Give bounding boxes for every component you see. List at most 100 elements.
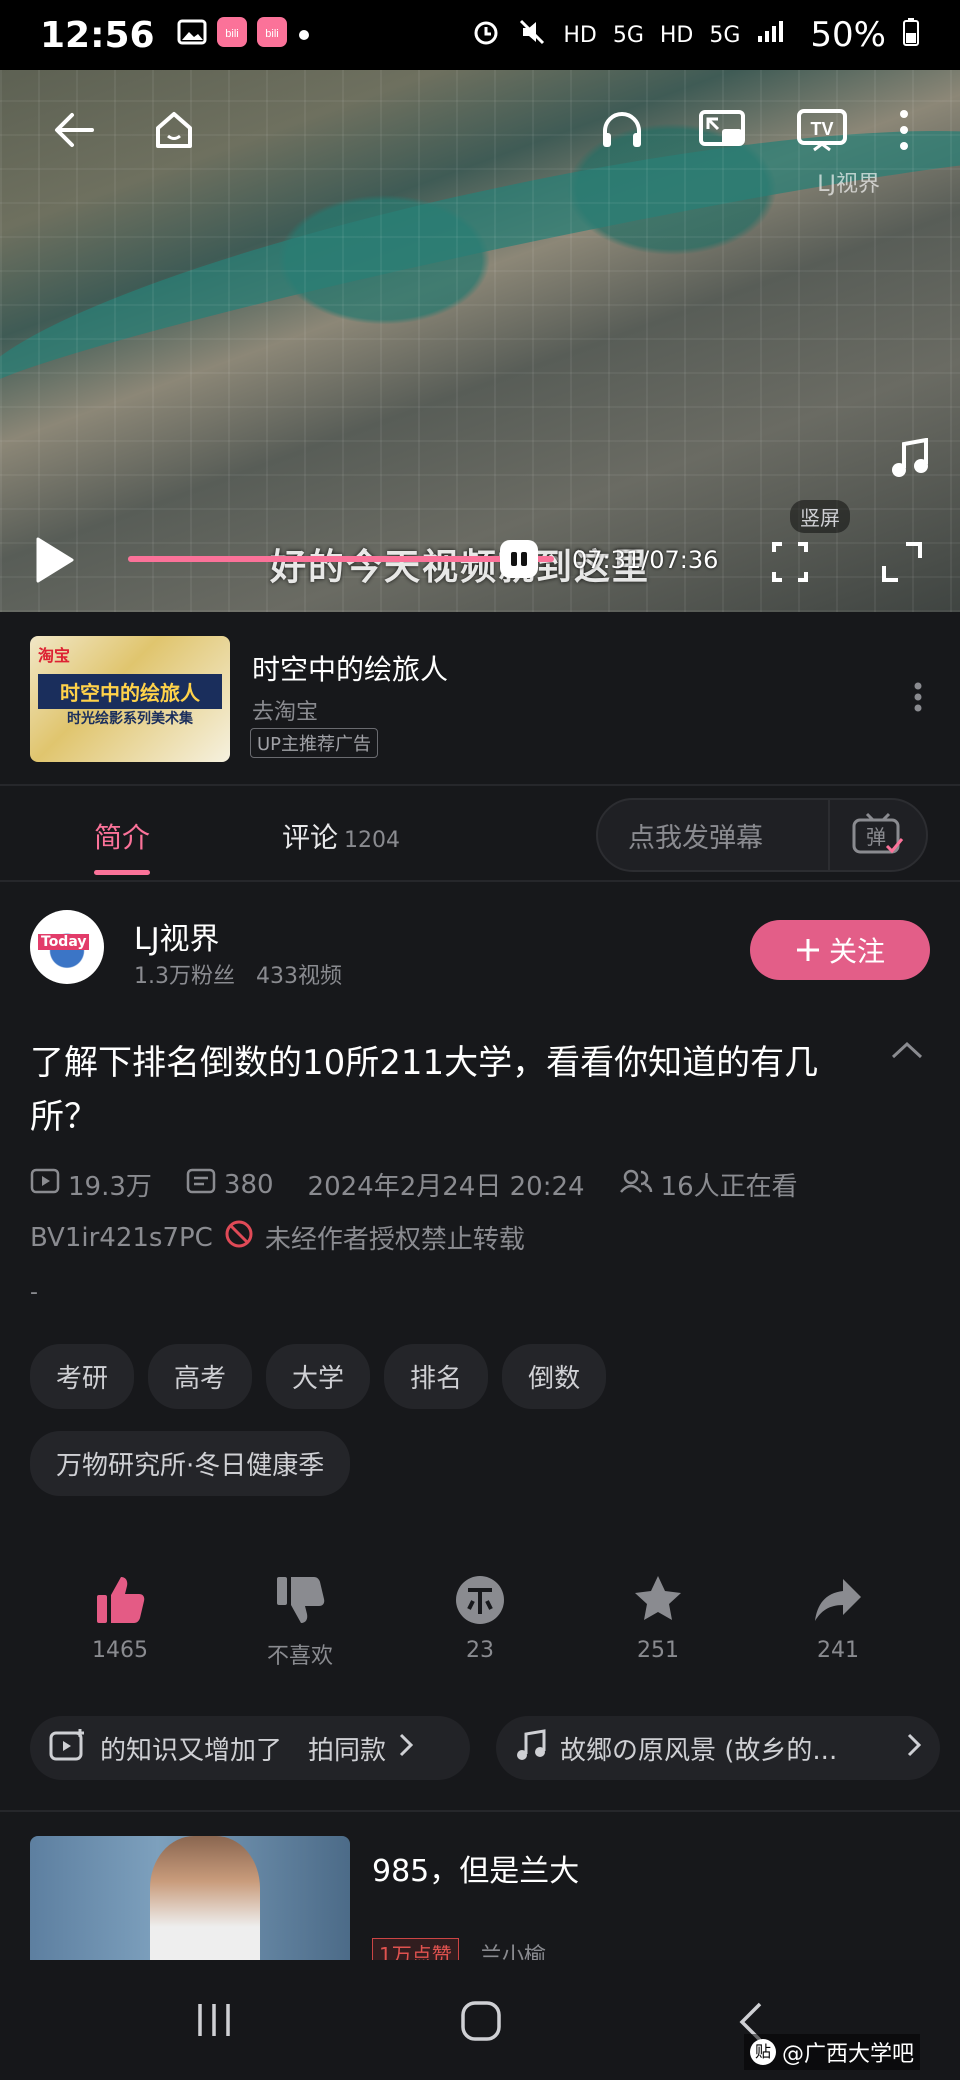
gallery-icon [177, 18, 207, 52]
collapse-chevron-icon[interactable] [890, 1040, 924, 1064]
ad-subtitle: 去淘宝 [252, 700, 319, 725]
description: - [30, 1280, 38, 1305]
ad-badge: UP主推荐广告 [250, 728, 379, 758]
back-button[interactable] [44, 100, 104, 160]
uploader-videos: 433视频 [255, 964, 342, 989]
follow-button[interactable]: 关注 [750, 920, 930, 980]
home-nav-button[interactable] [460, 2000, 502, 2046]
share-icon [778, 1570, 898, 1630]
avatar[interactable]: Today [30, 910, 104, 984]
watching-count: 16人正在看 [660, 1172, 798, 1202]
music-note-button[interactable] [890, 437, 930, 484]
tab-comments-label: 评论 [282, 821, 339, 854]
hd-label: HD [563, 22, 597, 48]
bvid[interactable]: BV1ir421s7PC [30, 1223, 213, 1253]
cast-tv-button[interactable]: TV [792, 100, 852, 160]
favorite-count: 251 [637, 1638, 679, 1663]
ad-thumb-subtitle: 时光绘影系列美术集 [67, 711, 193, 727]
danmaku-icon [186, 1168, 216, 1201]
like-count: 1465 [92, 1638, 148, 1663]
action-bar: 1465 不喜欢 23 251 241 [0, 1570, 960, 1680]
template-pill[interactable]: 的知识又增加了 拍同款 [30, 1716, 470, 1780]
copyright-notice: 未经作者授权禁止转载 [264, 1225, 525, 1255]
ad-title[interactable]: 时空中的绘旅人 [252, 648, 448, 688]
tag-item[interactable]: 排名 [384, 1344, 489, 1409]
tieba-icon: 贴 [749, 2039, 776, 2065]
tag-item[interactable]: 万物研究所·冬日健康季 [30, 1431, 351, 1496]
music-pill-text: 故郷の原风景 (故乡的... [560, 1735, 838, 1766]
uploader-name[interactable]: LJ视界 [134, 914, 220, 958]
recommended-thumbnail[interactable] [30, 1836, 350, 1960]
audio-mode-button[interactable] [592, 100, 652, 160]
tag-item[interactable]: 大学 [266, 1344, 371, 1409]
recent-apps-button[interactable] [194, 2000, 234, 2044]
like-button[interactable]: 1465 [60, 1570, 180, 1663]
publish-date: 2024年2月24日 20:24 [307, 1172, 585, 1202]
svg-text:bili: bili [225, 28, 238, 40]
thumbs-down-icon [240, 1570, 360, 1630]
views-count: 19.3万 [68, 1172, 152, 1202]
video-stats: 19.3万 380 2024年2月24日 20:24 16人正在看 [30, 1166, 798, 1203]
star-icon [598, 1570, 718, 1630]
progress-bar[interactable] [128, 556, 558, 562]
svg-text:bili: bili [265, 28, 278, 40]
music-note-icon [514, 1728, 548, 1769]
coin-button[interactable]: 23 [420, 1570, 540, 1663]
progress-handle[interactable] [500, 540, 538, 578]
plus-icon [796, 939, 819, 961]
danmu-toggle-button[interactable]: 弹 [828, 800, 926, 870]
favorite-button[interactable]: 251 [598, 1570, 718, 1663]
section-divider [0, 1810, 960, 1812]
ad-thumbnail[interactable]: 淘宝 时空中的绘旅人 时光绘影系列美术集 [30, 636, 230, 762]
ad-card[interactable]: 淘宝 时空中的绘旅人 时光绘影系列美术集 时空中的绘旅人 去淘宝 UP主推荐广告 [0, 612, 960, 786]
tag-item[interactable]: 倒数 [502, 1344, 607, 1409]
chevron-right-icon [906, 1732, 922, 1765]
dot-icon [297, 23, 311, 48]
share-button[interactable]: 241 [778, 1570, 898, 1663]
danmu-input-bar[interactable]: 点我发弹幕 弹 [596, 798, 928, 872]
watching-icon [619, 1168, 653, 1201]
status-time: 12:56 [40, 14, 155, 56]
detail-tabs: 简介 评论 1204 点我发弹幕 弹 [0, 786, 960, 882]
corner-watermark-text: @广西大学吧 [781, 2042, 914, 2067]
tab-intro[interactable]: 简介 [94, 816, 151, 875]
dislike-button[interactable]: 不喜欢 [240, 1570, 360, 1670]
vertical-screen-button[interactable]: 竖屏 [770, 500, 850, 588]
progress-fill [128, 556, 554, 562]
ad-more-icon[interactable] [914, 682, 922, 716]
danmu-button-glyph: 弹 [866, 825, 886, 849]
comments-count: 1204 [344, 828, 401, 853]
battery-icon [902, 17, 920, 53]
music-pill[interactable]: 故郷の原风景 (故乡的... [496, 1716, 940, 1780]
bilibili-app-icon-2: bili [256, 17, 287, 53]
player-top-bar: TV [0, 70, 960, 190]
ad-thumb-store-label: 淘宝 [38, 646, 71, 665]
tag-item[interactable]: 考研 [30, 1344, 135, 1409]
alarm-icon [471, 17, 501, 53]
vertical-screen-label: 竖屏 [790, 500, 850, 533]
recommended-video-card[interactable]: 985，但是兰大 1万点赞 兰小榆 [0, 1836, 960, 1960]
timecode: 07:31/07:36 [572, 546, 719, 574]
home-button[interactable] [144, 100, 204, 160]
template-pill-text: 的知识又增加了 [100, 1735, 283, 1766]
signal-icon [756, 20, 784, 50]
template-pill-link[interactable]: 拍同款 [308, 1730, 386, 1767]
danmu-input[interactable]: 点我发弹幕 [598, 816, 828, 855]
mute-icon [517, 17, 547, 53]
tab-comments[interactable]: 评论 1204 [282, 816, 400, 856]
coin-count: 23 [466, 1638, 494, 1663]
corner-watermark: 贴 @广西大学吧 [743, 2034, 920, 2070]
play-button[interactable] [24, 530, 84, 590]
video-edit-icon [48, 1727, 88, 1770]
tag-item[interactable]: 高考 [148, 1344, 253, 1409]
system-icons: HD 5G HD 5G 50% [471, 15, 920, 55]
pip-button[interactable] [692, 100, 752, 160]
battery-percent: 50% [810, 15, 886, 55]
danmaku-count: 380 [223, 1169, 274, 1200]
more-options-button[interactable] [892, 100, 916, 160]
video-player[interactable]: LJ视界 TV 好的今天视频就到这里 07:31/07:36 竖屏 [0, 70, 960, 612]
hot-badge: 1万点赞 [372, 1938, 459, 1960]
recommended-title[interactable]: 985，但是兰大 [372, 1846, 579, 1890]
fullscreen-button[interactable] [880, 540, 924, 588]
notification-icons: bili bili [177, 17, 311, 53]
